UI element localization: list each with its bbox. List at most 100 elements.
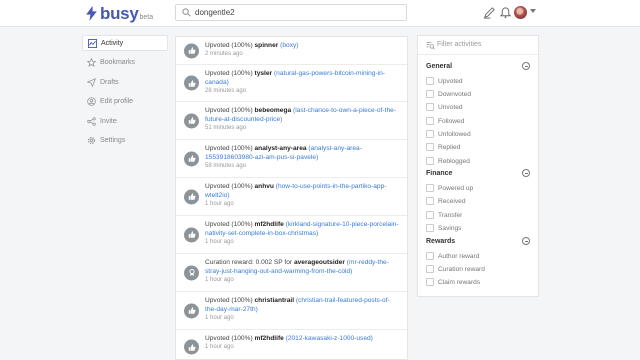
filter-option-label: Reblogged <box>438 157 470 165</box>
feed-user[interactable]: bebeomega <box>255 107 292 114</box>
filter-option[interactable]: Curation reward <box>426 265 485 273</box>
share-icon <box>87 116 96 126</box>
feed-time: 2 minutes ago <box>205 51 243 57</box>
filter-option-label: Replied <box>438 143 461 151</box>
nav-item-drafts[interactable]: Drafts <box>82 74 168 90</box>
group-title-general: General <box>426 63 453 70</box>
filter-placeholder: Filter activities <box>437 41 482 48</box>
filter-option[interactable]: Unvoted <box>426 103 463 111</box>
nav-item-settings[interactable]: Settings <box>82 133 168 149</box>
thumbs-up-icon <box>184 43 199 58</box>
feed-user[interactable]: tysler <box>255 70 273 77</box>
filter-option[interactable]: Followed <box>426 117 464 125</box>
left-nav: Activity Bookmarks Drafts Edit profile I… <box>82 35 168 152</box>
nav-label: Edit profile <box>100 98 134 105</box>
filter-option[interactable]: Claim rewards <box>426 278 480 286</box>
chevron-down-icon[interactable] <box>530 9 536 13</box>
feed-item: Upvoted (100%) bebeomega (last-chance-to… <box>176 102 407 140</box>
checkbox[interactable] <box>426 211 434 219</box>
thumbs-up-icon <box>184 189 199 204</box>
nav-label: Bookmarks <box>100 59 136 66</box>
filter-option-label: Author reward <box>438 252 480 260</box>
filter-option[interactable]: Unfollowed <box>426 130 471 138</box>
feed-user[interactable]: anhvu <box>255 183 274 190</box>
search-box[interactable] <box>175 4 407 21</box>
feed-item: Curation reward: 0.002 SP for averageout… <box>176 254 407 292</box>
checkbox[interactable] <box>426 265 434 273</box>
thumbs-up-icon <box>184 151 199 166</box>
filter-option-label: Downvoted <box>438 90 471 98</box>
feed-user[interactable]: mf2hdlife <box>255 221 284 228</box>
compose-icon[interactable] <box>483 6 496 19</box>
collapse-icon[interactable] <box>522 237 530 245</box>
thumbs-up-icon <box>184 75 199 91</box>
feed-user[interactable]: christiantrail <box>255 297 295 304</box>
bell-icon[interactable] <box>499 6 512 19</box>
feed-action: Upvoted (100%) <box>205 221 253 228</box>
bolt-icon <box>86 6 97 21</box>
filter-option[interactable]: Downvoted <box>426 90 471 98</box>
feed-user[interactable]: averageoutsider <box>294 259 345 266</box>
checkbox[interactable] <box>426 157 434 165</box>
filter-option[interactable]: Author reward <box>426 252 479 260</box>
feed-link[interactable]: (boxy) <box>280 42 298 49</box>
nav-item-edit-profile[interactable]: Edit profile <box>82 94 168 110</box>
feed-item: Upvoted (100%) spinner (boxy) 2 minutes … <box>176 37 407 65</box>
filter-option[interactable]: Powered up <box>426 184 473 192</box>
checkbox[interactable] <box>426 184 434 192</box>
checkbox[interactable] <box>426 143 434 151</box>
checkbox[interactable] <box>426 90 434 98</box>
feed-link[interactable]: (2012-kawasaki-z-1000-used) <box>286 335 373 342</box>
checkbox[interactable] <box>426 77 434 85</box>
filter-option[interactable]: Transfer <box>426 211 462 219</box>
feed-time: 1 hour ago <box>205 239 234 245</box>
filter-option[interactable]: Received <box>426 197 466 205</box>
user-icon <box>87 97 96 106</box>
collapse-icon[interactable] <box>522 62 530 70</box>
filter-option[interactable]: Savings <box>426 224 461 232</box>
checkbox[interactable] <box>426 278 434 286</box>
checkbox[interactable] <box>426 197 434 205</box>
checkbox[interactable] <box>426 103 434 111</box>
feed-time: 58 minutes ago <box>205 163 247 169</box>
gear-icon <box>87 136 96 145</box>
feed-user[interactable]: analyst-any-area <box>255 145 307 152</box>
search-input[interactable] <box>195 5 395 20</box>
feed-time: 1 hour ago <box>205 201 234 207</box>
collapse-icon[interactable] <box>522 169 530 177</box>
logo-text: busy <box>100 4 139 23</box>
filter-search[interactable]: Filter activities <box>418 36 538 55</box>
nav-item-activity[interactable]: Activity <box>82 35 168 51</box>
feed-item: Upvoted (100%) christiantrail (christian… <box>176 292 407 330</box>
checkbox[interactable] <box>426 130 434 138</box>
filter-list-icon <box>426 41 435 50</box>
feed-time: 1 hour ago <box>205 277 234 283</box>
filter-option[interactable]: Upvoted <box>426 77 463 85</box>
feed-time: 28 minutes ago <box>205 88 247 94</box>
busy-logo[interactable]: busy beta <box>86 3 153 23</box>
avatar[interactable] <box>514 6 527 19</box>
feed-user[interactable]: mf2hdlife <box>255 335 284 342</box>
checkbox[interactable] <box>426 252 434 260</box>
nav-item-invite[interactable]: Invite <box>82 113 168 129</box>
beta-badge: beta <box>139 14 154 21</box>
filter-option[interactable]: Replied <box>426 143 460 151</box>
activity-feed: Upvoted (100%) spinner (boxy) 2 minutes … <box>175 36 408 360</box>
feed-action: Upvoted (100%) <box>205 145 253 152</box>
filter-option[interactable]: Reblogged <box>426 157 470 165</box>
checkbox[interactable] <box>426 224 434 232</box>
nav-item-bookmarks[interactable]: Bookmarks <box>82 55 168 71</box>
thumbs-up-icon <box>184 339 199 355</box>
feed-action: Upvoted (100%) <box>205 42 253 49</box>
feed-item: Upvoted (100%) mf2hdlife (2012-kawasaki-… <box>176 330 407 359</box>
feed-action: Upvoted (100%) <box>205 335 253 342</box>
feed-item: Upvoted (100%) mf2hdlife (kirkland-signa… <box>176 216 407 254</box>
nav-label: Activity <box>101 39 124 47</box>
award-icon <box>184 265 199 280</box>
feed-time: 51 minutes ago <box>205 125 247 131</box>
checkbox[interactable] <box>426 117 434 125</box>
group-title-rewards: Rewards <box>426 238 456 245</box>
group-title-finance: Finance <box>426 170 453 177</box>
feed-action: Curation reward: 0.002 SP for <box>205 259 293 266</box>
feed-user[interactable]: spinner <box>255 42 279 49</box>
